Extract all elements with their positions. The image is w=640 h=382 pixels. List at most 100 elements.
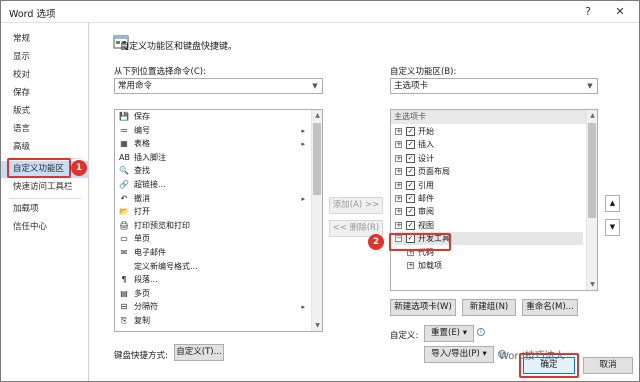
expand-icon[interactable]: + <box>395 141 402 149</box>
checkbox[interactable]: ✓ <box>406 180 415 190</box>
ribbon-tabs-value: 主选项卡 <box>394 81 429 91</box>
command-item[interactable]: 🔗 超链接... <box>117 179 307 191</box>
ribbon-tree-label: 页面布局 <box>418 167 450 177</box>
expand-icon[interactable]: + <box>395 181 402 189</box>
command-item[interactable]: ↶ 撤消 ▸ <box>117 193 307 205</box>
sidebar-item-addins[interactable]: 加载项 <box>1 201 89 218</box>
command-label: 分隔符 <box>134 302 158 312</box>
ribbon-tree-item[interactable]: + ✓ 审阅 <box>395 205 583 218</box>
customize-ribbon-label: 自定义功能区(B): <box>390 67 457 77</box>
sidebar-item-quick-access-toolbar[interactable]: 快速访问工具栏 <box>1 179 89 196</box>
window-title: Word 选项 <box>9 9 56 20</box>
checkbox[interactable]: ✓ <box>406 127 415 136</box>
sidebar-item-language[interactable]: 语言 <box>1 121 89 138</box>
ribbon-tree-item[interactable]: + ✓ 设计 <box>395 152 583 165</box>
choose-commands-combo[interactable]: 常用命令 ▼ <box>114 78 323 94</box>
scroll-down-icon[interactable]: ▼ <box>312 320 322 331</box>
command-item[interactable]: ▤ 多页 <box>117 288 307 300</box>
sidebar-item-proofing[interactable]: 校对 <box>1 67 89 84</box>
add-button[interactable]: 添加(A) >> <box>329 197 383 214</box>
checkbox[interactable]: ✓ <box>406 167 415 177</box>
command-item[interactable]: 定义新编号格式... <box>117 261 307 273</box>
choose-commands-value: 常用命令 <box>118 81 153 91</box>
ribbon-tree-label: 邮件 <box>418 194 434 203</box>
ribbon-tree-item[interactable]: + ✓ 邮件 <box>395 192 583 205</box>
close-button[interactable]: ✕ <box>607 3 633 21</box>
footnote-icon: AB <box>119 152 130 162</box>
cancel-button[interactable]: 取消 <box>583 357 633 374</box>
save-icon: 💾 <box>119 112 129 121</box>
submenu-arrow-icon: ▸ <box>301 194 305 203</box>
find-icon: 🔍 <box>119 166 129 176</box>
word-options-dialog: Word 选项 ? ✕ 常规 显示 校对 保存 版式 语言 高级 自定义功能区 … <box>0 0 640 382</box>
command-item[interactable]: 💾 保存 <box>117 111 307 123</box>
scroll-down-icon[interactable]: ▼ <box>587 279 597 290</box>
open-icon: 📂 <box>119 207 129 217</box>
watermark-text: Word技巧达人 <box>499 351 565 362</box>
scroll-up-icon[interactable]: ▲ <box>312 110 322 121</box>
sidebar-item-general[interactable]: 常规 <box>1 31 89 48</box>
expand-icon[interactable]: + <box>395 208 402 216</box>
checkbox[interactable]: ✓ <box>406 153 415 163</box>
help-button[interactable]: ? <box>575 3 601 21</box>
scroll-up-icon[interactable]: ▲ <box>587 110 597 121</box>
scroll-thumb[interactable] <box>313 123 321 195</box>
checkbox[interactable]: ✓ <box>406 194 415 203</box>
command-item[interactable]: ¶ 段落... <box>117 274 307 286</box>
expand-icon[interactable]: + <box>407 262 414 269</box>
rename-button[interactable]: 重命名(M)... <box>522 299 578 316</box>
commands-list[interactable]: 💾 保存 ≔ 编号 ▸ ▦ 表格 ▸ AB 插入脚注 🔍 查找 🔗 超链接... ↶ 撤消 ▸ 📂 打开 🖨 打印预览和… <box>114 109 323 332</box>
ribbon-tree-item[interactable]: + ✓ 引用 <box>395 179 583 192</box>
import-export-button[interactable]: 导入/导出(P) ▾ <box>424 346 494 363</box>
checkbox[interactable]: ✓ <box>406 220 415 230</box>
command-item[interactable]: 🖨 打印预览和打印 <box>117 220 307 232</box>
email-icon: ✉ <box>120 248 128 257</box>
ribbon-tree-label: 插入 <box>418 140 434 150</box>
command-item[interactable]: AB 插入脚注 <box>117 152 307 164</box>
commands-scrollbar[interactable]: ▲ ▼ <box>311 110 322 331</box>
command-item[interactable]: 📂 打开 <box>117 206 307 218</box>
scroll-thumb[interactable] <box>588 123 596 218</box>
command-item[interactable]: ⎘ 复制 <box>117 315 307 327</box>
sidebar-item-display[interactable]: 显示 <box>1 49 89 66</box>
expand-icon[interactable]: + <box>395 128 402 135</box>
expand-icon[interactable]: + <box>395 195 402 202</box>
command-item[interactable]: ▦ 表格 ▸ <box>117 138 307 150</box>
ribbon-tree-item[interactable]: + 加载项 <box>407 259 583 272</box>
command-item[interactable]: ✉ 电子邮件 <box>117 247 307 259</box>
expand-icon[interactable]: + <box>395 168 402 176</box>
ribbon-tabs-combo[interactable]: 主选项卡 ▼ <box>390 78 598 94</box>
keyboard-customize-button[interactable]: 自定义(T)... <box>174 344 224 361</box>
blank-icon <box>119 262 129 272</box>
command-item[interactable]: ≔ 编号 ▸ <box>117 125 307 137</box>
ribbon-tree-item[interactable]: + ✓ 开始 <box>395 125 583 138</box>
checkbox[interactable]: ✓ <box>406 207 415 217</box>
ribbon-tree-item[interactable]: + ✓ 页面布局 <box>395 165 583 178</box>
move-up-button[interactable]: ▲ <box>605 195 620 212</box>
ribbon-tree[interactable]: 主选项卡 + ✓ 开始 + ✓ 插入 + ✓ 设计 + ✓ 页面布局 + ✓ 引用 + ✓ 邮件 + ✓ 审阅 + ✓ 视图 −… <box>390 109 598 291</box>
command-item[interactable]: 🔍 查找 <box>117 165 307 177</box>
expand-icon[interactable]: + <box>395 154 402 162</box>
command-label: 复制 <box>134 316 150 325</box>
submenu-arrow-icon: ▸ <box>301 303 305 312</box>
move-down-button[interactable]: ▼ <box>605 219 620 236</box>
checkbox[interactable]: ✓ <box>406 140 415 150</box>
reset-button[interactable]: 重置(E) ▾ <box>424 325 474 342</box>
command-label: 超链接... <box>134 180 166 189</box>
ribbon-tree-label: 设计 <box>418 153 434 163</box>
ribbon-tree-item[interactable]: + ✓ 视图 <box>395 219 583 232</box>
new-tab-button[interactable]: 新建选项卡(W) <box>390 299 456 316</box>
ribbon-tree-item[interactable]: + ✓ 插入 <box>395 138 583 151</box>
command-item[interactable]: ⊟ 分隔符 ▸ <box>117 301 307 313</box>
sidebar-item-save[interactable]: 保存 <box>1 85 89 102</box>
command-label: 保存 <box>134 112 150 121</box>
command-label: 表格 <box>134 139 150 149</box>
command-item[interactable]: ▭ 单页 <box>117 233 307 245</box>
expand-icon[interactable]: + <box>395 221 402 229</box>
sidebar-item-layout[interactable]: 版式 <box>1 103 89 120</box>
new-group-button[interactable]: 新建组(N) <box>462 299 516 316</box>
sidebar-item-advanced[interactable]: 高级 <box>1 139 89 156</box>
sidebar-item-trust-center[interactable]: 信任中心 <box>1 219 89 236</box>
callout-box-developer-tab <box>389 233 451 251</box>
ribbon-tree-scrollbar[interactable]: ▲ ▼ <box>586 110 597 290</box>
